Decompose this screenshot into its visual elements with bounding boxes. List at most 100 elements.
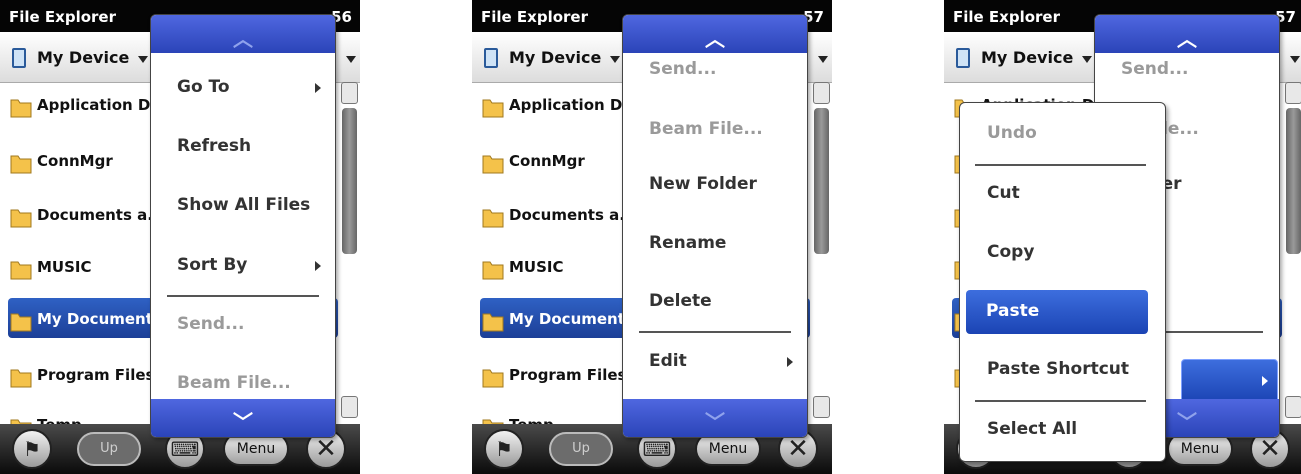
menu-separator bbox=[975, 400, 1146, 402]
app-title: File Explorer bbox=[953, 8, 1060, 26]
menu-item-select-all[interactable]: Select All bbox=[987, 419, 1077, 439]
menu-item-new-folder[interactable]: New Folder bbox=[649, 174, 757, 194]
menu-item-send: Send... bbox=[1121, 59, 1189, 79]
chevron-up-icon: ︿ bbox=[1177, 27, 1197, 51]
menu-scroll-up[interactable]: ︿ bbox=[1095, 15, 1279, 53]
device-label: My Device bbox=[981, 48, 1074, 67]
device-label: My Device bbox=[37, 48, 130, 67]
menu-item-paste[interactable]: Paste bbox=[966, 290, 1148, 334]
submenu-arrow-icon bbox=[315, 83, 321, 93]
device-icon bbox=[956, 48, 970, 68]
folder-name: Application D... bbox=[509, 96, 640, 114]
screen-main-menu-bottom: File Explorer 57 My Device Application D… bbox=[472, 0, 832, 474]
menu-scroll-up[interactable]: ︿ bbox=[623, 15, 807, 53]
menu-scroll-down[interactable]: ﹀ bbox=[151, 399, 335, 437]
folder-name: Program Files bbox=[37, 366, 155, 384]
folder-name: Application D... bbox=[37, 96, 168, 114]
scroll-up-button[interactable] bbox=[1285, 82, 1301, 104]
menu-separator bbox=[975, 164, 1146, 166]
folder-name: Program Files bbox=[509, 366, 627, 384]
folder-name: Documents a... bbox=[37, 206, 165, 224]
scroll-up-button[interactable] bbox=[341, 82, 358, 104]
sort-dropdown-arrow-icon[interactable] bbox=[346, 56, 356, 63]
folder-name: My Documents bbox=[509, 310, 634, 328]
menu-item-undo: Undo bbox=[987, 123, 1037, 143]
menu-item-beam-file: Beam File... bbox=[649, 119, 763, 139]
scroll-thumb[interactable] bbox=[1286, 108, 1301, 254]
menu-popup: ︿ Go To Refresh Show All Files Sort By S… bbox=[150, 14, 336, 438]
menu-item-sort-by[interactable]: Sort By bbox=[177, 255, 247, 275]
folder-icon bbox=[482, 96, 504, 118]
folder-icon bbox=[482, 258, 504, 280]
folder-icon bbox=[10, 152, 32, 174]
up-button[interactable]: Up bbox=[549, 432, 613, 466]
windows-flag-icon[interactable]: ⚑ bbox=[484, 429, 524, 469]
folder-name: MUSIC bbox=[509, 258, 564, 276]
scrollbar[interactable] bbox=[1285, 82, 1301, 422]
folder-icon bbox=[10, 310, 32, 332]
submenu-arrow-icon bbox=[315, 261, 321, 271]
dropdown-arrow-icon[interactable] bbox=[138, 56, 148, 63]
submenu-arrow-icon bbox=[1262, 376, 1268, 386]
folder-icon bbox=[482, 206, 504, 228]
chevron-up-icon: ︿ bbox=[705, 27, 725, 51]
menu-item-paste-label: Paste bbox=[986, 301, 1040, 321]
device-label: My Device bbox=[509, 48, 602, 67]
scroll-thumb[interactable] bbox=[342, 108, 357, 254]
scroll-thumb[interactable] bbox=[814, 108, 829, 254]
folder-icon bbox=[482, 152, 504, 174]
folder-name: ConnMgr bbox=[509, 152, 585, 170]
app-title: File Explorer bbox=[481, 8, 588, 26]
folder-icon bbox=[482, 310, 504, 332]
scroll-down-button[interactable] bbox=[341, 396, 358, 418]
folder-name: ConnMgr bbox=[37, 152, 113, 170]
folder-icon bbox=[10, 366, 32, 388]
edit-submenu: Undo Cut Copy Paste Paste Shortcut Selec… bbox=[959, 102, 1166, 462]
sort-dropdown-arrow-icon[interactable] bbox=[818, 56, 828, 63]
menu-separator bbox=[639, 331, 791, 333]
folder-icon bbox=[10, 96, 32, 118]
device-icon bbox=[12, 48, 26, 68]
menu-item-rename[interactable]: Rename bbox=[649, 233, 726, 253]
scroll-down-button[interactable] bbox=[813, 396, 830, 418]
menu-item-send: Send... bbox=[177, 314, 245, 334]
folder-icon bbox=[10, 258, 32, 280]
scroll-down-button[interactable] bbox=[1285, 396, 1301, 418]
menu-item-edit-selected[interactable] bbox=[1181, 359, 1278, 403]
menu-separator bbox=[167, 295, 319, 297]
menu-popup: Send... ︿ Beam File... New Folder Rename… bbox=[622, 14, 808, 438]
screen-main-menu-top: File Explorer 56 My Device Application D… bbox=[0, 0, 360, 474]
menu-item-cut[interactable]: Cut bbox=[987, 183, 1020, 203]
menu-scroll-down: ﹀ bbox=[623, 399, 807, 437]
scroll-up-button[interactable] bbox=[813, 82, 830, 104]
chevron-up-icon: ︿ bbox=[233, 27, 253, 51]
folder-name: My Documents bbox=[37, 310, 162, 328]
menu-item-edit[interactable]: Edit bbox=[649, 351, 687, 371]
menu-item-go-to[interactable]: Go To bbox=[177, 77, 230, 97]
chevron-down-icon: ﹀ bbox=[705, 410, 725, 434]
menu-item-paste-shortcut[interactable]: Paste Shortcut bbox=[987, 359, 1129, 379]
menu-item-beam-file: Beam File... bbox=[177, 373, 291, 393]
menu-scroll-up[interactable]: ︿ bbox=[151, 15, 335, 53]
up-button[interactable]: Up bbox=[77, 432, 141, 466]
folder-name: Documents a... bbox=[509, 206, 637, 224]
screen-edit-submenu: File Explorer 57 My Device Application D… bbox=[944, 0, 1301, 474]
folder-icon bbox=[482, 366, 504, 388]
sort-dropdown-arrow-icon[interactable] bbox=[1290, 56, 1300, 63]
scrollbar[interactable] bbox=[813, 82, 830, 422]
device-icon bbox=[484, 48, 498, 68]
chevron-down-icon: ﹀ bbox=[233, 410, 253, 434]
app-title: File Explorer bbox=[9, 8, 116, 26]
scrollbar[interactable] bbox=[341, 82, 358, 422]
menu-item-show-all-files[interactable]: Show All Files bbox=[177, 195, 310, 215]
menu-item-delete[interactable]: Delete bbox=[649, 291, 712, 311]
dropdown-arrow-icon[interactable] bbox=[1082, 56, 1092, 63]
folder-icon bbox=[10, 206, 32, 228]
menu-item-copy[interactable]: Copy bbox=[987, 242, 1034, 262]
menu-item-send: Send... bbox=[649, 59, 717, 79]
menu-item-refresh[interactable]: Refresh bbox=[177, 136, 251, 156]
folder-name: MUSIC bbox=[37, 258, 92, 276]
windows-flag-icon[interactable]: ⚑ bbox=[12, 429, 52, 469]
dropdown-arrow-icon[interactable] bbox=[610, 56, 620, 63]
submenu-arrow-icon bbox=[787, 357, 793, 367]
